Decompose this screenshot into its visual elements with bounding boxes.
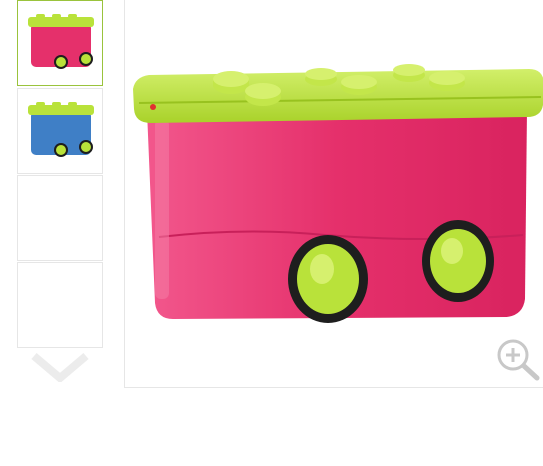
thumbnail-blue-box[interactable] [17, 88, 103, 174]
chevron-down-icon [31, 352, 89, 384]
thumbnail-empty-1[interactable] [17, 175, 103, 261]
thumbnail-rail [0, 0, 110, 400]
blue-box-thumbnail-image [28, 102, 94, 157]
product-image [133, 64, 543, 323]
thumbnail-empty-2[interactable] [17, 262, 103, 348]
main-product-view[interactable] [124, 0, 543, 388]
zoom-button[interactable] [493, 337, 543, 381]
pink-box-thumbnail-image [28, 14, 94, 69]
thumbnail-pink-box[interactable] [17, 0, 103, 86]
thumbnail-next-button[interactable] [30, 352, 90, 384]
zoom-in-icon [497, 339, 540, 381]
